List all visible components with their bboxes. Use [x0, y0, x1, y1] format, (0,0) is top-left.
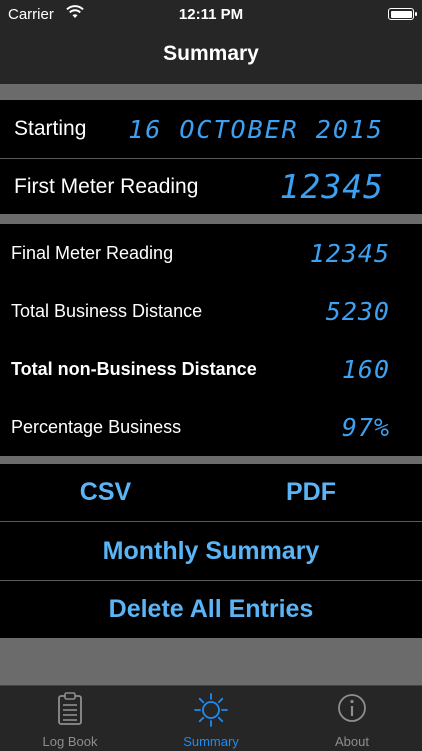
status-time: 12:11 PM — [178, 6, 244, 23]
tab-label: Summary — [183, 734, 239, 749]
sun-icon — [194, 693, 228, 727]
first-reading-value: 12345 — [279, 167, 384, 206]
first-reading-row: First Meter Reading 12345 — [0, 159, 422, 214]
csv-button[interactable]: CSV — [0, 464, 211, 521]
navigation-bar: Carrier 12:11 PM Summary — [0, 0, 422, 84]
stat-label: Total non-Business Distance — [11, 358, 257, 379]
stat-label: Percentage Business — [11, 416, 182, 437]
tab-bar: Log Book Summary About — [0, 685, 422, 751]
tab-summary[interactable]: Summary — [141, 686, 281, 751]
stat-value: 160 — [341, 354, 390, 384]
pdf-button[interactable]: PDF — [211, 464, 411, 521]
first-reading-label: First Meter Reading — [14, 174, 199, 198]
stat-value: 5230 — [325, 296, 390, 326]
starting-row: Starting 16 OCTOBER 2015 — [0, 100, 422, 158]
battery-icon — [388, 8, 417, 20]
clipboard-icon — [58, 692, 82, 725]
tab-label: About — [335, 734, 369, 749]
stat-row-non-business-distance: Total non-Business Distance 160 — [0, 340, 422, 398]
stat-row-percentage-business: Percentage Business 97% — [0, 398, 422, 456]
bottom-spacer — [0, 638, 422, 685]
section-spacer — [0, 84, 422, 100]
stat-label: Total Business Distance — [11, 300, 203, 321]
section-spacer — [0, 456, 422, 464]
page-title: Summary — [163, 42, 259, 65]
stat-row-final-reading: Final Meter Reading 12345 — [0, 224, 422, 282]
delete-all-entries-button[interactable]: Delete All Entries — [0, 581, 422, 638]
tab-label: Log Book — [42, 734, 98, 749]
status-bar: Carrier 12:11 PM — [0, 0, 422, 30]
stat-row-business-distance: Total Business Distance 5230 — [0, 282, 422, 340]
tab-about[interactable]: About — [282, 686, 422, 751]
section-spacer — [0, 214, 422, 224]
starting-value: 16 OCTOBER 2015 — [128, 114, 384, 144]
stat-label: Final Meter Reading — [11, 242, 174, 263]
stat-value: 97% — [341, 412, 390, 442]
starting-label: Starting — [14, 117, 87, 140]
monthly-summary-button[interactable]: Monthly Summary — [0, 522, 422, 580]
tab-log-book[interactable]: Log Book — [0, 686, 140, 751]
info-icon — [338, 694, 366, 722]
stat-value: 12345 — [309, 238, 390, 268]
